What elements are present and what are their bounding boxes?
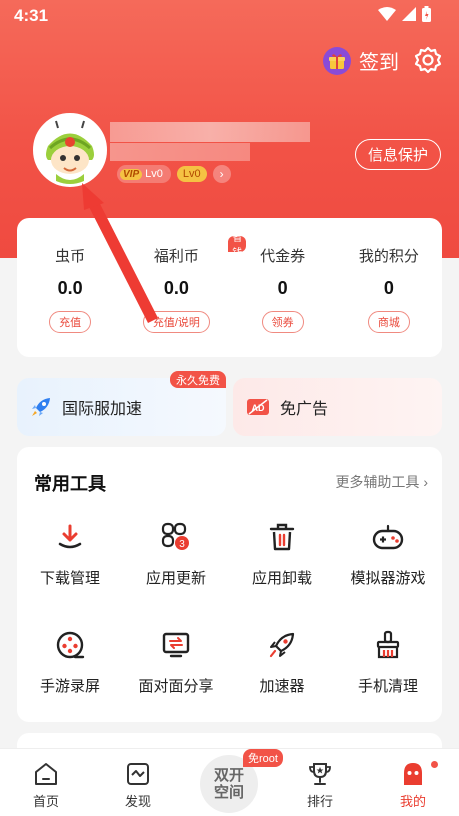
tool-label: 模拟器游戏 xyxy=(350,570,426,587)
username-redacted xyxy=(110,122,310,142)
tool-phone-clean[interactable]: 手机清理 xyxy=(335,625,441,696)
gear-icon[interactable] xyxy=(413,45,443,75)
wallet-item-voucher[interactable]: 代金券 0 领券 xyxy=(230,218,336,357)
battery-icon xyxy=(422,6,431,22)
tool-label: 应用更新 xyxy=(145,570,206,587)
recharge-info-button[interactable]: 充值/说明 xyxy=(142,311,210,333)
dual-space-line1: 双开 xyxy=(213,767,244,784)
trophy-icon xyxy=(309,763,331,785)
wallet-label: 代金券 xyxy=(260,248,306,265)
wallet-value: 0 xyxy=(383,278,394,298)
chevron-right-icon: › xyxy=(212,165,231,183)
tool-app-uninstall[interactable]: 应用卸载 xyxy=(229,517,335,588)
recharge-button[interactable]: 充值 xyxy=(49,311,92,333)
tool-emulator-games[interactable]: 模拟器游戏 xyxy=(335,517,441,588)
tool-label: 手游录屏 xyxy=(39,678,100,695)
checkin-button[interactable]: 签到 xyxy=(323,46,399,75)
discover-icon xyxy=(127,763,149,785)
mall-button[interactable]: 商城 xyxy=(367,311,410,333)
nav-label: 首页 xyxy=(32,794,59,809)
tool-label: 加速器 xyxy=(259,678,305,695)
wallet-value: 0.0 xyxy=(163,278,189,298)
status-time: 4:31 xyxy=(14,6,49,25)
no-ads-card[interactable]: AD 免广告 xyxy=(233,378,442,436)
signal-icon xyxy=(402,7,416,21)
gift-icon xyxy=(323,46,351,75)
vip-badge: VIP Lv0 xyxy=(117,165,171,183)
free-forever-tag: 永久免费 xyxy=(170,371,226,388)
profile-icon xyxy=(404,763,422,785)
home-icon xyxy=(35,763,57,785)
wallet-item-points[interactable]: 我的积分 0 商城 xyxy=(336,218,442,357)
section-title: 常用工具 xyxy=(34,474,106,494)
nav-discover[interactable]: 发现 xyxy=(108,761,168,810)
nav-profile[interactable]: 我的 xyxy=(383,761,443,810)
rocket-icon xyxy=(262,625,302,665)
wallet-value: 0 xyxy=(277,278,288,298)
wifi-icon xyxy=(378,7,396,21)
bug-mascot-icon xyxy=(36,116,104,184)
tool-label: 面对面分享 xyxy=(138,678,214,695)
tool-download-manager[interactable]: 下载管理 xyxy=(17,517,123,588)
checkin-label: 签到 xyxy=(359,52,399,74)
wallet-item-bug-coin[interactable]: 虫币 0.0 充值 xyxy=(17,218,123,357)
tool-screen-record[interactable]: 手游录屏 xyxy=(17,625,123,696)
tool-accelerator[interactable]: 加速器 xyxy=(229,625,335,696)
nav-home[interactable]: 首页 xyxy=(16,761,76,810)
face-share-icon xyxy=(156,625,196,665)
film-reel-icon xyxy=(50,625,90,665)
ad-block-icon: AD xyxy=(247,399,269,415)
level-badges[interactable]: VIP Lv0 Lv0 › xyxy=(117,165,231,183)
vip-level: Lv0 xyxy=(145,168,163,180)
more-tools-label: 更多辅助工具 xyxy=(335,474,420,490)
wallet-label: 福利币 xyxy=(153,248,199,265)
wallet-item-welfare-coin[interactable]: 省钱 福利币 0.0 充值/说明 xyxy=(123,218,247,357)
download-icon xyxy=(50,517,90,557)
avatar[interactable] xyxy=(33,113,107,187)
status-bar: 4:31 xyxy=(0,0,459,32)
tool-label: 下载管理 xyxy=(39,570,100,587)
nav-label: 排行 xyxy=(306,794,333,809)
update-count: 3 xyxy=(179,539,185,550)
brush-icon xyxy=(368,625,408,665)
nav-label: 我的 xyxy=(399,794,426,809)
tool-face-share[interactable]: 面对面分享 xyxy=(123,625,229,696)
tool-app-update[interactable]: 3 应用更新 xyxy=(123,517,229,588)
promo-label: 免广告 xyxy=(280,401,329,418)
root-free-tag: 免root xyxy=(243,749,283,767)
nav-ranking[interactable]: 排行 xyxy=(290,761,350,810)
dual-space-line2: 空间 xyxy=(213,784,244,801)
gamepad-icon xyxy=(368,517,408,557)
svg-text:AD: AD xyxy=(252,403,265,413)
bottom-navigation: 首页 发现 双开 空间 免root 排行 我的 xyxy=(0,748,459,816)
tool-label: 应用卸载 xyxy=(251,570,312,587)
wallet-label: 我的积分 xyxy=(358,248,419,265)
wallet-label: 虫币 xyxy=(55,248,86,265)
nav-label: 发现 xyxy=(124,794,151,809)
user-level-badge: Lv0 xyxy=(176,166,207,182)
status-icons xyxy=(378,6,431,22)
common-tools-card: 常用工具 更多辅助工具 › 下载管理 3 应用更新 应用卸载 模拟器游戏 手游录… xyxy=(17,447,442,722)
more-tools-link[interactable]: 更多辅助工具 › xyxy=(335,472,428,492)
rocket-icon xyxy=(32,398,50,416)
international-accelerate-card[interactable]: 永久免费 国际服加速 xyxy=(17,371,226,436)
wallet-card: 虫币 0.0 充值 省钱 福利币 0.0 充值/说明 代金券 0 领券 我的积分… xyxy=(17,218,442,357)
tool-label: 手机清理 xyxy=(357,678,418,695)
app-update-icon: 3 xyxy=(156,517,196,557)
user-id-redacted xyxy=(110,143,250,161)
trash-icon xyxy=(262,517,302,557)
wallet-value: 0.0 xyxy=(57,278,83,298)
dual-space-label: 双开 空间 xyxy=(214,767,244,801)
claim-voucher-button[interactable]: 领券 xyxy=(261,311,304,333)
promo-label: 国际服加速 xyxy=(62,401,143,418)
privacy-protection-button[interactable]: 信息保护 xyxy=(354,139,441,170)
vip-tag: VIP xyxy=(120,168,143,180)
notification-dot xyxy=(431,761,438,768)
